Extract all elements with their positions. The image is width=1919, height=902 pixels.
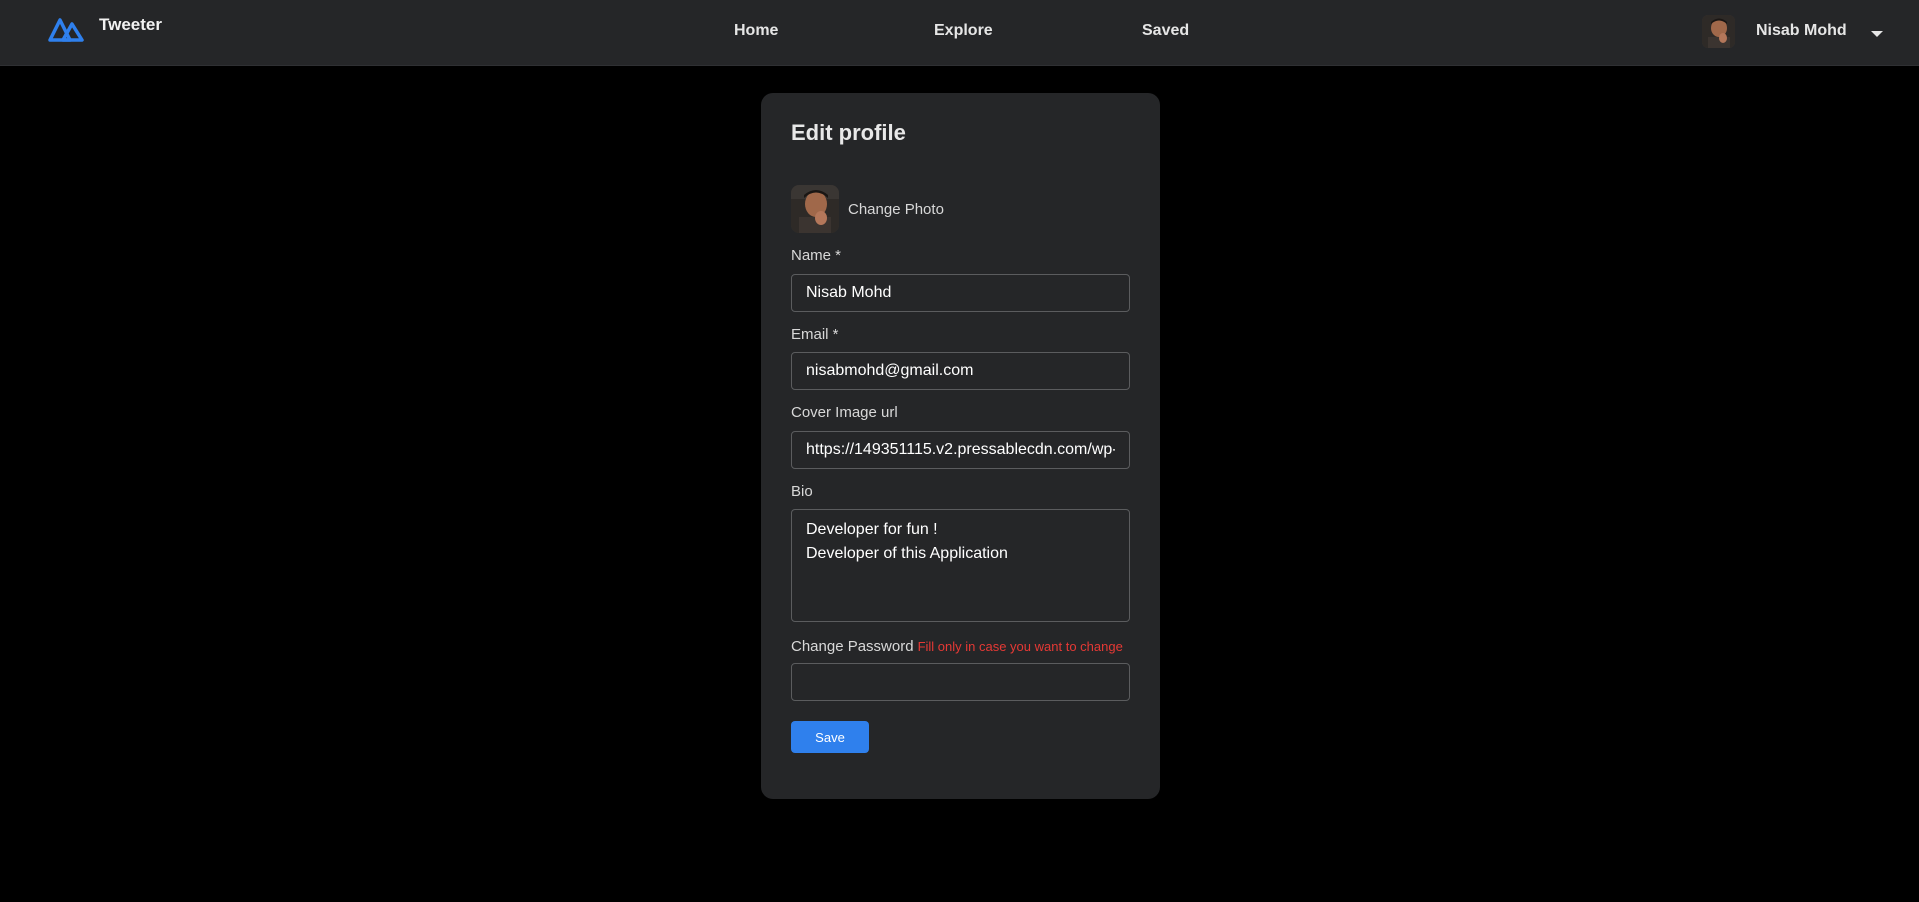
caret-down-icon — [1870, 30, 1883, 37]
user-name: Nisab Mohd — [1756, 21, 1847, 39]
user-menu[interactable]: Nisab Mohd — [1702, 15, 1883, 48]
nav-explore[interactable]: Explore — [934, 22, 993, 40]
name-label: Name * — [791, 247, 842, 264]
change-photo-button[interactable]: Change Photo — [791, 185, 944, 233]
password-hint: Fill only in case you want to change — [917, 639, 1123, 654]
cover-image-label: Cover Image url — [791, 404, 898, 421]
password-label-row: Change Password Fill only in case you wan… — [791, 638, 1123, 655]
email-label: Email * — [791, 326, 839, 343]
password-field[interactable] — [791, 663, 1130, 701]
edit-profile-card: Edit profile Change Photo Name * Email *… — [761, 93, 1160, 799]
cover-image-url-field[interactable] — [791, 431, 1130, 469]
page-title: Edit profile — [791, 120, 906, 145]
profile-photo — [791, 185, 839, 233]
name-field[interactable] — [791, 274, 1130, 312]
email-field[interactable] — [791, 352, 1130, 390]
nav-saved[interactable]: Saved — [1142, 22, 1189, 40]
main-nav: Home Explore Saved — [0, 0, 1919, 66]
save-button[interactable]: Save — [791, 721, 869, 753]
avatar — [1702, 15, 1735, 48]
bio-field[interactable]: Developer for fun ! Developer of this Ap… — [791, 509, 1130, 622]
nav-home[interactable]: Home — [734, 22, 778, 40]
change-password-label: Change Password — [791, 638, 914, 655]
bio-label: Bio — [791, 483, 813, 500]
change-photo-label: Change Photo — [848, 200, 944, 218]
top-navbar: Tweeter Home Explore Saved Nisab Mohd — [0, 0, 1919, 66]
